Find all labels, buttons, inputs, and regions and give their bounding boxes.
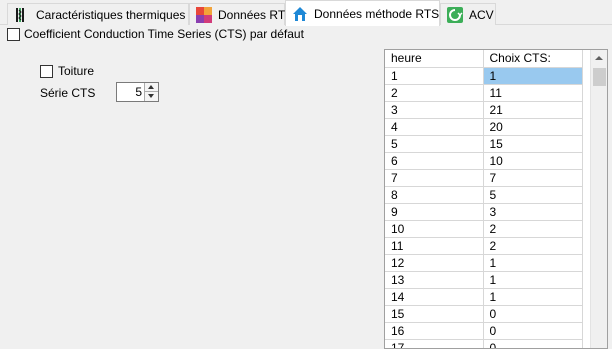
table-row[interactable]: 2 11 — [385, 84, 583, 102]
table-row[interactable]: 13 1 — [385, 271, 583, 289]
table-row[interactable]: 6 10 — [385, 152, 583, 170]
table-row[interactable]: 4 20 — [385, 118, 583, 136]
hour-cell[interactable]: 1 — [385, 67, 484, 85]
tab-label: Données RT — [218, 7, 286, 22]
hour-cell[interactable]: 12 — [385, 254, 484, 272]
chevron-up-icon — [148, 85, 154, 89]
cts-choice-cell[interactable]: 1 — [483, 271, 583, 289]
table-row[interactable]: 15 0 — [385, 305, 583, 323]
recycle-icon — [447, 6, 463, 23]
hour-cell[interactable]: 10 — [385, 220, 484, 238]
hour-cell[interactable]: 5 — [385, 135, 484, 153]
hour-cell[interactable]: 17 — [385, 339, 484, 348]
hour-cell[interactable]: 4 — [385, 118, 484, 136]
column-header-hour[interactable]: heure — [385, 50, 484, 68]
vertical-scrollbar[interactable] — [590, 50, 607, 348]
default-cts-label: Coefficient Conduction Time Series (CTS)… — [24, 27, 304, 41]
colored-grid-icon — [196, 6, 212, 23]
cts-choice-cell[interactable]: 11 — [483, 84, 583, 102]
cts-choice-cell[interactable]: 1 — [483, 67, 583, 85]
tab-label: ACV — [469, 7, 494, 22]
hour-cell[interactable]: 11 — [385, 237, 484, 255]
default-cts-checkbox[interactable] — [7, 27, 20, 41]
cts-choice-cell[interactable]: 1 — [483, 254, 583, 272]
roof-checkbox[interactable] — [40, 64, 53, 78]
tab-donnees-rt[interactable]: Données RT — [189, 3, 285, 25]
table-row[interactable]: 11 — [385, 67, 583, 85]
table-row[interactable]: 11 2 — [385, 237, 583, 255]
chevron-down-icon — [148, 94, 154, 98]
table-row[interactable]: 14 1 — [385, 288, 583, 306]
cts-choice-cell[interactable]: 15 — [483, 135, 583, 153]
tab-donnees-methode-rts[interactable]: Données méthode RTS — [285, 0, 440, 26]
table-row[interactable]: 93 — [385, 203, 583, 221]
tab-label: Données méthode RTS — [314, 6, 440, 21]
cts-choice-cell[interactable]: 10 — [483, 152, 583, 170]
default-cts-checkbox-row[interactable]: Coefficient Conduction Time Series (CTS)… — [7, 27, 304, 41]
cts-choice-cell[interactable]: 7 — [483, 169, 583, 187]
thermal-wall-icon — [14, 7, 30, 23]
tab-acv[interactable]: ACV — [440, 3, 496, 25]
hour-cell[interactable]: 8 — [385, 186, 484, 204]
cts-choice-cell[interactable]: 5 — [483, 186, 583, 204]
hour-cell[interactable]: 16 — [385, 322, 484, 340]
cts-series-label: Série CTS — [40, 86, 96, 100]
stepper-buttons — [144, 83, 158, 101]
cts-choice-cell[interactable]: 2 — [483, 237, 583, 255]
hour-cell[interactable]: 14 — [385, 288, 484, 306]
rts-method-panel: Coefficient Conduction Time Series (CTS)… — [0, 25, 612, 349]
roof-checkbox-row[interactable]: Toiture — [40, 64, 94, 78]
cts-hour-grid[interactable]: heure Choix CTS: 1 1 2 11 3 21 4 20 5 15 6 10 7 7 8 5 9 3… — [384, 49, 608, 349]
hour-cell[interactable]: 7 — [385, 169, 484, 187]
roof-label: Toiture — [58, 64, 95, 78]
table-row[interactable]: 5 15 — [385, 135, 583, 153]
table-row[interactable]: 3 21 — [385, 101, 583, 119]
cts-choice-cell[interactable]: 2 — [483, 220, 583, 238]
cts-series-value[interactable]: 5 — [135, 85, 142, 99]
hour-cell[interactable]: 6 — [385, 152, 484, 170]
cts-choice-cell[interactable]: 3 — [483, 203, 583, 221]
cts-choice-cell[interactable]: 21 — [483, 101, 583, 119]
hour-cell[interactable]: 15 — [385, 305, 484, 323]
scrollbar-thumb[interactable] — [593, 68, 606, 86]
table-row[interactable]: 10 2 — [385, 220, 583, 238]
home-icon — [292, 6, 308, 22]
cts-choice-cell[interactable]: 0 — [483, 305, 583, 323]
tab-caracteristiques-thermiques[interactable]: Caractéristiques thermiques — [7, 3, 189, 25]
table-row[interactable]: 12 1 — [385, 254, 583, 272]
cts-choice-cell[interactable]: 0 — [483, 322, 583, 340]
hour-cell[interactable]: 13 — [385, 271, 484, 289]
table-header-row: heure Choix CTS: — [385, 50, 583, 68]
tab-label: Caractéristiques thermiques — [36, 7, 186, 22]
table-row[interactable]: 85 — [385, 186, 583, 204]
hour-cell[interactable]: 9 — [385, 203, 484, 221]
table-row[interactable]: 77 — [385, 169, 583, 187]
column-header-cts-choice[interactable]: Choix CTS: — [483, 50, 583, 68]
cts-choice-cell[interactable]: 1 — [483, 288, 583, 306]
cts-table: heure Choix CTS: 1 1 2 11 3 21 4 20 5 15 6 10 7 7 8 5 9 3… — [385, 50, 583, 348]
stepper-up-button[interactable] — [144, 83, 158, 92]
cts-choice-cell[interactable]: 0 — [483, 339, 583, 348]
cts-choice-cell[interactable]: 20 — [483, 118, 583, 136]
scroll-up-arrow-icon[interactable] — [591, 50, 607, 67]
cts-series-stepper[interactable]: 5 — [116, 82, 159, 102]
hour-cell[interactable]: 3 — [385, 101, 484, 119]
table-row[interactable]: 16 0 — [385, 322, 583, 340]
stepper-down-button[interactable] — [144, 92, 158, 101]
tab-strip: Caractéristiques thermiques Données RT D… — [0, 0, 612, 26]
table-row[interactable]: 17 0 — [385, 339, 583, 348]
hour-cell[interactable]: 2 — [385, 84, 484, 102]
